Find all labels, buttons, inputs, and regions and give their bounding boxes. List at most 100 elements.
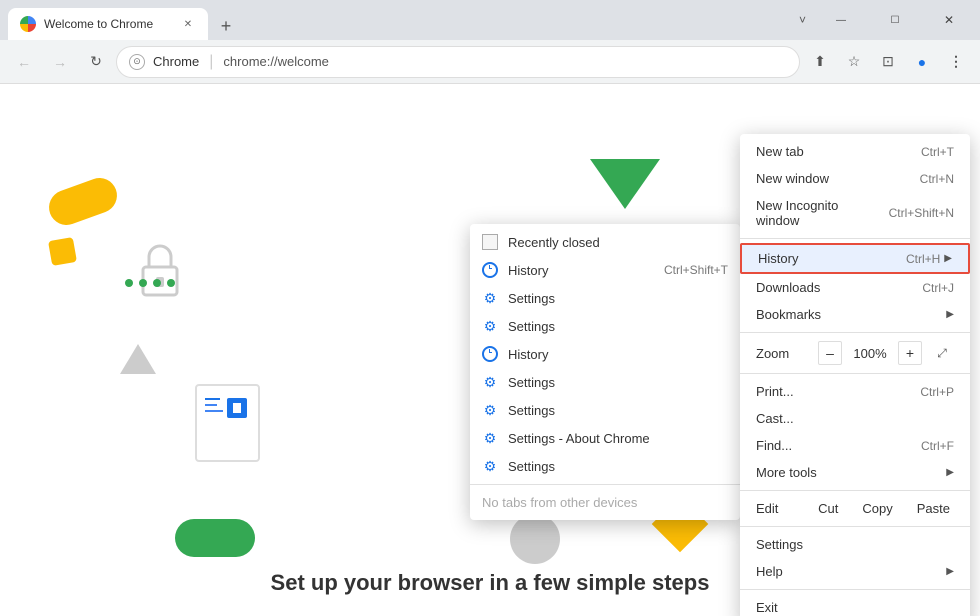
new-tab-button[interactable]: +	[212, 12, 240, 40]
settings-label-3: Settings	[508, 403, 728, 418]
tab-search-icon[interactable]: ⊡	[872, 46, 904, 78]
history-menu-shortcut: Ctrl+H	[906, 252, 940, 266]
find-label: Find...	[756, 438, 905, 453]
tab-title: Welcome to Chrome	[44, 17, 180, 31]
close-button[interactable]: ✕	[926, 4, 972, 36]
history-label-0: History	[508, 263, 654, 278]
main-context-menu: New tab Ctrl+T New window Ctrl+N New Inc…	[740, 134, 970, 616]
cut-button[interactable]: Cut	[806, 497, 850, 520]
exit-divider	[740, 589, 970, 590]
history-submenu: Recently closed History Ctrl+Shift+T ⚙ S…	[470, 224, 740, 520]
reload-button[interactable]: ↻	[80, 46, 112, 78]
address-bar[interactable]: ⊙ Chrome | chrome://welcome	[116, 46, 800, 78]
more-tools-label: More tools	[756, 465, 942, 480]
settings-label-2: Settings	[508, 375, 728, 390]
history-label-1: History	[508, 347, 728, 362]
main-content: Set up your browser in a few simple step…	[0, 84, 980, 616]
bookmarks-label: Bookmarks	[756, 307, 942, 322]
zoom-out-button[interactable]: –	[818, 341, 842, 365]
zoom-label: Zoom	[756, 346, 818, 361]
incognito-label: New Incognito window	[756, 198, 873, 228]
history-menu-label: History	[758, 251, 890, 266]
recently-closed-item[interactable]: Recently closed	[470, 228, 740, 256]
settings-item-1[interactable]: ⚙ Settings	[470, 312, 740, 340]
minimize-button[interactable]: —	[818, 4, 864, 36]
bookmark-icon[interactable]: ☆	[838, 46, 870, 78]
gear-icon-3: ⚙	[482, 402, 498, 418]
gear-icon-0: ⚙	[482, 290, 498, 306]
zoom-value: 100%	[850, 346, 890, 361]
no-other-devices: No tabs from other devices	[470, 489, 740, 516]
copy-button[interactable]: Copy	[850, 497, 904, 520]
settings-label-4: Settings	[508, 459, 728, 474]
settings-item-3[interactable]: ⚙ Settings	[470, 396, 740, 424]
active-tab[interactable]: Welcome to Chrome ✕	[8, 8, 208, 40]
settings-about-label: Settings - About Chrome	[508, 431, 728, 446]
zoom-in-button[interactable]: +	[898, 341, 922, 365]
gear-icon-1: ⚙	[482, 318, 498, 334]
forward-button[interactable]: →	[44, 46, 76, 78]
more-tools-item[interactable]: More tools ▶	[740, 459, 970, 486]
downloads-shortcut: Ctrl+J	[922, 281, 954, 295]
settings-item[interactable]: Settings	[740, 531, 970, 558]
help-label: Help	[756, 564, 942, 579]
site-info-icon[interactable]: ⊙	[129, 54, 145, 70]
bookmarks-item[interactable]: Bookmarks ▶	[740, 301, 970, 328]
tab-close-button[interactable]: ✕	[180, 16, 196, 32]
gear-icon-4: ⚙	[482, 430, 498, 446]
menu-icon[interactable]: ⋮	[940, 46, 972, 78]
find-shortcut: Ctrl+F	[921, 439, 954, 453]
clock-icon-1	[482, 346, 498, 362]
incognito-item[interactable]: New Incognito window Ctrl+Shift+N	[740, 192, 970, 234]
cast-item[interactable]: Cast...	[740, 405, 970, 432]
maximize-button[interactable]: ☐	[872, 4, 918, 36]
clock-icon	[482, 262, 498, 278]
history-menu-divider	[470, 484, 740, 485]
window-controls: ˅ — ☐ ✕	[799, 4, 972, 36]
find-item[interactable]: Find... Ctrl+F	[740, 432, 970, 459]
new-tab-item[interactable]: New tab Ctrl+T	[740, 138, 970, 165]
incognito-shortcut: Ctrl+Shift+N	[889, 206, 954, 220]
help-item[interactable]: Help ▶	[740, 558, 970, 585]
gear-icon-2: ⚙	[482, 374, 498, 390]
edit-divider	[740, 490, 970, 491]
tab-favicon	[20, 16, 36, 32]
toolbar-actions: ⬆ ☆ ⊡ ● ⋮	[804, 46, 972, 78]
paste-button[interactable]: Paste	[905, 497, 962, 520]
back-button[interactable]: ←	[8, 46, 40, 78]
edit-row: Edit Cut Copy Paste	[740, 495, 970, 522]
zoom-divider	[740, 373, 970, 374]
new-tab-shortcut: Ctrl+T	[921, 145, 954, 159]
tab-area: Welcome to Chrome ✕ +	[8, 0, 799, 40]
edit-label: Edit	[748, 501, 806, 516]
history-arrow-icon: ▶	[944, 253, 952, 264]
menu-overlay: Recently closed History Ctrl+Shift+T ⚙ S…	[0, 84, 980, 616]
zoom-row: Zoom – 100% + ⤢	[740, 337, 970, 369]
exit-item[interactable]: Exit	[740, 594, 970, 616]
profile-icon[interactable]: ●	[906, 46, 938, 78]
new-window-item[interactable]: New window Ctrl+N	[740, 165, 970, 192]
settings-item-2[interactable]: ⚙ Settings	[470, 368, 740, 396]
downloads-item[interactable]: Downloads Ctrl+J	[740, 274, 970, 301]
more-tools-arrow-icon: ▶	[946, 467, 954, 478]
address-host: Chrome	[153, 54, 199, 69]
chevron-down-icon[interactable]: ˅	[799, 13, 806, 27]
history-item[interactable]: History Ctrl+H ▶	[740, 243, 970, 274]
settings-about-item[interactable]: ⚙ Settings - About Chrome	[470, 424, 740, 452]
settings-item-4[interactable]: ⚙ Settings	[470, 452, 740, 480]
address-url: chrome://welcome	[223, 54, 328, 69]
new-tab-label: New tab	[756, 144, 905, 159]
history-item-0[interactable]: History Ctrl+Shift+T	[470, 256, 740, 284]
new-window-shortcut: Ctrl+N	[920, 172, 954, 186]
settings-item-0[interactable]: ⚙ Settings	[470, 284, 740, 312]
downloads-label: Downloads	[756, 280, 906, 295]
settings-menu-label: Settings	[756, 537, 954, 552]
browser-toolbar: ← → ↻ ⊙ Chrome | chrome://welcome ⬆ ☆ ⊡ …	[0, 40, 980, 84]
top-divider	[740, 238, 970, 239]
history-item-1[interactable]: History	[470, 340, 740, 368]
exit-label: Exit	[756, 600, 954, 615]
print-item[interactable]: Print... Ctrl+P	[740, 378, 970, 405]
share-icon[interactable]: ⬆	[804, 46, 836, 78]
fullscreen-icon[interactable]: ⤢	[930, 341, 954, 365]
mid-divider	[740, 332, 970, 333]
